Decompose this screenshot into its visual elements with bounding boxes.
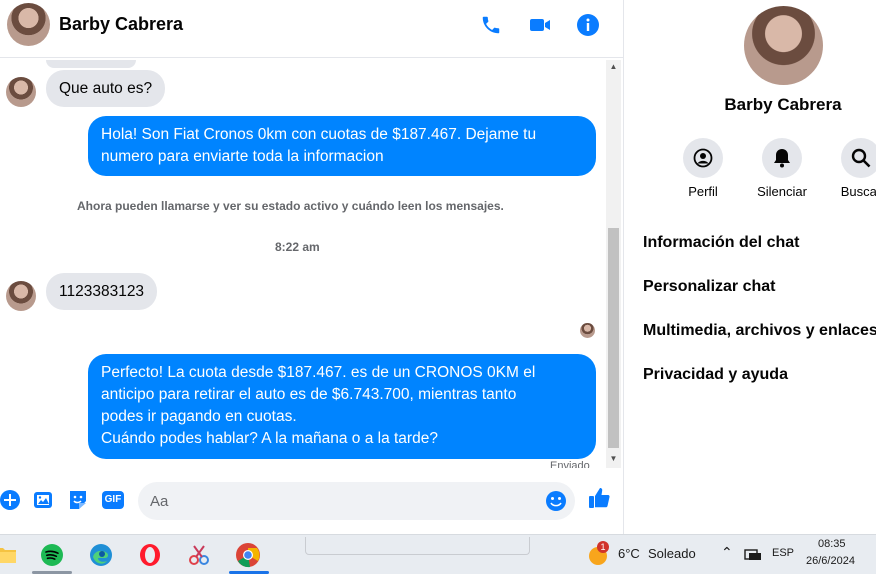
message-scrollbar[interactable]: ▲ ▼ <box>606 60 621 468</box>
clock-time[interactable]: 08:35 <box>818 538 846 550</box>
profile-action[interactable]: Perfil <box>668 138 738 199</box>
contact-name[interactable]: Barby Cabrera <box>59 14 183 35</box>
phone-icon[interactable] <box>478 12 504 38</box>
message-input[interactable] <box>150 491 530 511</box>
edge-browser-icon[interactable] <box>87 541 115 569</box>
image-icon[interactable] <box>32 488 56 512</box>
system-notice: Ahora pueden llamarse y ver su estado ac… <box>77 199 504 213</box>
chat-header: Barby Cabrera <box>0 0 623 58</box>
video-call-icon[interactable] <box>527 12 553 38</box>
info-icon[interactable] <box>575 12 601 38</box>
message-timestamp: 8:22 am <box>275 240 320 254</box>
opera-icon[interactable] <box>136 541 164 569</box>
contact-avatar[interactable] <box>7 3 50 46</box>
clock-date[interactable]: 26/6/2024 <box>806 555 855 567</box>
weather-sun-icon[interactable]: 1 <box>585 541 611 569</box>
bell-icon[interactable] <box>762 138 802 178</box>
sticker-icon[interactable] <box>66 488 90 512</box>
emoji-icon[interactable] <box>545 490 567 512</box>
menu-chat-info[interactable]: Información del chat <box>643 234 799 252</box>
search-action[interactable]: Buscar <box>826 138 876 199</box>
message-line: Cuándo podes hablar? A la mañana o a la … <box>101 430 438 447</box>
mute-action[interactable]: Silenciar <box>747 138 817 199</box>
file-explorer-icon[interactable] <box>0 541 20 569</box>
action-label: Perfil <box>688 184 718 199</box>
like-thumb-icon[interactable] <box>587 486 611 510</box>
composer: GIF <box>0 470 623 534</box>
weather-condition[interactable]: Soleado <box>648 546 696 561</box>
contact-avatar-small <box>6 77 36 107</box>
action-label: Silenciar <box>757 184 807 199</box>
partial-message-bubble <box>46 60 136 68</box>
sent-status: Enviado <box>550 460 590 468</box>
action-label: Buscar <box>840 184 876 199</box>
menu-privacy-help[interactable]: Privacidad y ayuda <box>643 366 788 384</box>
taskbar-search-outline <box>305 537 530 555</box>
network-icon[interactable] <box>742 543 764 565</box>
search-icon[interactable] <box>841 138 876 178</box>
incoming-message[interactable]: Que auto es? <box>46 70 166 107</box>
outgoing-message[interactable]: Hola! Son Fiat Cronos 0km con cuotas de … <box>88 116 596 176</box>
chevron-up-icon[interactable]: ⌃ <box>721 544 733 561</box>
profile-avatar[interactable] <box>744 6 823 85</box>
messenger-window: Barby Cabrera Que auto es? Hola! Son Fia… <box>0 0 876 534</box>
chrome-icon[interactable] <box>234 541 262 569</box>
language-indicator[interactable]: ESP <box>772 547 794 559</box>
spotify-icon[interactable] <box>38 541 66 569</box>
message-line: Perfecto! La cuota desde $187.467. es de… <box>101 364 536 381</box>
message-line: anticipo para retirar el auto es de $6.7… <box>101 386 517 403</box>
gif-label: GIF <box>101 491 125 509</box>
menu-media-files-links[interactable]: Multimedia, archivos y enlaces <box>643 322 876 340</box>
windows-taskbar: 1 6°C Soleado ⌃ ESP 08:35 26/6/2024 <box>0 534 876 574</box>
gif-icon[interactable]: GIF <box>100 488 126 512</box>
snipping-tool-icon[interactable] <box>185 541 213 569</box>
weather-temperature[interactable]: 6°C <box>618 546 640 561</box>
message-list[interactable]: Que auto es? Hola! Son Fiat Cronos 0km c… <box>0 60 606 468</box>
chat-pane: Barby Cabrera Que auto es? Hola! Son Fia… <box>0 0 623 534</box>
profile-icon[interactable] <box>683 138 723 178</box>
scroll-thumb[interactable] <box>608 228 619 448</box>
seen-indicator-avatar <box>580 323 595 338</box>
plus-icon[interactable] <box>0 488 22 512</box>
contact-avatar-small <box>6 281 36 311</box>
scroll-down-arrow-icon[interactable]: ▼ <box>606 452 621 466</box>
scroll-up-arrow-icon[interactable]: ▲ <box>606 60 621 74</box>
weather-badge: 1 <box>597 541 609 553</box>
incoming-message[interactable]: 1123383123 <box>46 273 158 310</box>
menu-customize-chat[interactable]: Personalizar chat <box>643 278 776 296</box>
outgoing-message[interactable]: Perfecto! La cuota desde $187.467. es de… <box>88 354 596 459</box>
message-line: podes ir pagando en cuotas. <box>101 408 297 425</box>
message-input-box[interactable] <box>138 482 575 520</box>
profile-name: Barby Cabrera <box>724 95 842 114</box>
chat-details-panel: Barby Cabrera Perfil Silenciar Buscar In… <box>623 0 876 534</box>
